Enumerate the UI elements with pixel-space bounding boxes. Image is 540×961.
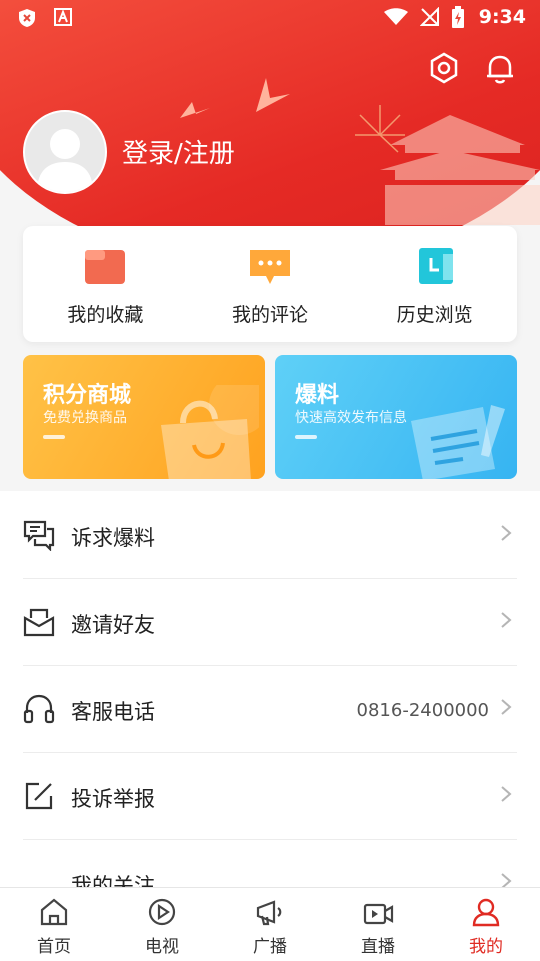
tab-label: 首页 (37, 937, 71, 957)
history-label: 历史浏览 (396, 304, 473, 326)
bell-icon[interactable] (482, 50, 518, 86)
tab-live[interactable]: 直播 (324, 888, 432, 961)
quick-actions-card: 我的收藏 我的评论 历史浏览 (23, 226, 517, 342)
history-icon (418, 248, 453, 284)
tab-mine[interactable]: 我的 (432, 888, 540, 961)
points-mall-subtitle: 免费兑换商品 (43, 410, 127, 426)
chat-icon (23, 520, 55, 551)
comment-icon (250, 250, 290, 284)
no-signal-icon (420, 7, 439, 26)
menu-item-hotline[interactable]: 客服电话 0816-2400000 (23, 665, 517, 753)
text-app-icon (54, 8, 72, 26)
chevron-right-icon (501, 786, 512, 802)
tab-tv[interactable]: 电视 (108, 888, 216, 961)
battery-charging-icon (452, 6, 464, 28)
mail-icon (23, 608, 55, 637)
points-mall-title: 积分商城 (43, 383, 132, 408)
menu-label: 客服电话 (71, 700, 155, 724)
wifi-icon (384, 8, 408, 25)
banner-indicator (43, 435, 65, 439)
tv-icon (148, 898, 176, 926)
chevron-right-icon (501, 612, 512, 628)
comments-label: 我的评论 (232, 304, 309, 326)
login-register-link[interactable]: 登录/注册 (122, 133, 235, 170)
tab-label: 广播 (253, 937, 287, 957)
menu-label: 邀请好友 (71, 613, 155, 637)
news-tip-banner[interactable]: 爆料 快速高效发布信息 (275, 355, 517, 479)
menu-list: 诉求爆料 邀请好友 客服电话 0816-2400000 投诉举报 我的关注 (0, 491, 540, 898)
chevron-right-icon (501, 525, 512, 541)
tab-label: 直播 (361, 937, 395, 957)
menu-item-invite[interactable]: 邀请好友 (23, 578, 517, 666)
home-icon (40, 898, 68, 926)
tab-home[interactable]: 首页 (0, 888, 108, 961)
favorites-label: 我的收藏 (67, 304, 144, 326)
points-mall-banner[interactable]: 积分商城 免费兑换商品 (23, 355, 265, 479)
shopping-bag-icon (161, 385, 259, 479)
settings-icon[interactable] (426, 50, 462, 86)
bird-icon (180, 78, 290, 118)
tab-radio[interactable]: 广播 (216, 888, 324, 961)
tab-label: 电视 (145, 937, 179, 957)
menu-label: 诉求爆料 (71, 526, 155, 550)
news-tip-title: 爆料 (295, 383, 340, 408)
chevron-right-icon (501, 699, 512, 715)
bottom-tab-bar: 首页 电视 广播 直播 我的 (0, 887, 540, 961)
menu-label: 投诉举报 (71, 787, 155, 811)
favorites-button[interactable]: 我的收藏 (23, 226, 188, 342)
palace-illustration (355, 105, 540, 225)
folder-icon (85, 250, 126, 284)
menu-item-appeal[interactable]: 诉求爆料 (23, 491, 517, 579)
comments-button[interactable]: 我的评论 (188, 226, 353, 342)
broadcast-icon (256, 900, 282, 926)
banner-indicator (295, 435, 317, 439)
status-bar: 9:34 (0, 0, 540, 36)
tab-label: 我的 (469, 937, 503, 957)
menu-item-report[interactable]: 投诉举报 (23, 752, 517, 840)
history-button[interactable]: 历史浏览 (352, 226, 517, 342)
edit-icon (25, 782, 53, 810)
user-silhouette-icon (37, 129, 93, 192)
document-pen-icon (411, 405, 505, 479)
profile-icon (472, 898, 500, 927)
hotline-number: 0816-2400000 (356, 700, 489, 721)
headset-icon (23, 694, 55, 724)
live-icon (363, 903, 394, 925)
shield-icon (19, 9, 35, 27)
status-time: 9:34 (478, 6, 526, 28)
avatar[interactable] (23, 110, 107, 194)
